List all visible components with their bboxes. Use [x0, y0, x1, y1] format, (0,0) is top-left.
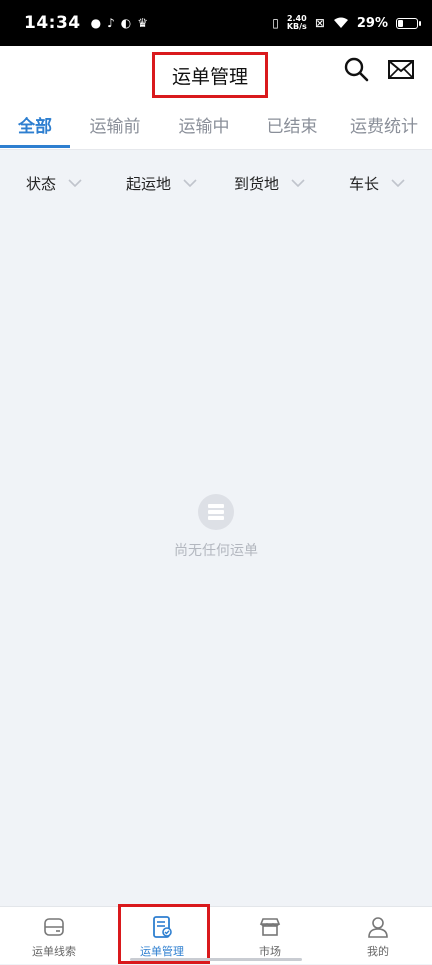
filter-origin[interactable]: 起运地	[126, 150, 197, 216]
crown-icon: ♛	[137, 16, 149, 30]
nav-waybill-management[interactable]: 运单管理	[108, 907, 216, 965]
store-icon	[259, 918, 281, 936]
tab-label: 运输中	[178, 116, 230, 137]
app-notification-icon: ●	[90, 16, 102, 30]
nav-profile[interactable]: 我的	[324, 907, 432, 965]
tab-label: 已结束	[266, 116, 318, 137]
page-title: 运单管理	[152, 52, 268, 98]
vibrate-icon: ▯	[272, 16, 279, 30]
filter-bar: 状态 起运地 到货地 车长	[0, 150, 432, 216]
tab-freight-stats[interactable]: 运费统计	[340, 100, 428, 148]
empty-state-message: 尚无任何运单	[174, 543, 258, 559]
document-icon	[153, 916, 172, 938]
tab-label: 运费统计	[350, 116, 418, 137]
tab-all[interactable]: 全部	[0, 100, 70, 148]
tiktok-icon: ♪	[107, 16, 115, 30]
nav-label: 我的	[367, 945, 389, 958]
wifi-icon	[333, 17, 348, 28]
chevron-down-icon	[68, 179, 82, 187]
status-time: 14:34	[24, 13, 81, 33]
sync-icon: ◐	[120, 16, 132, 30]
battery-level	[398, 19, 403, 27]
network-speed-unit: KB/s	[286, 22, 307, 31]
app-header: 运单管理	[0, 46, 432, 100]
no-sim-icon: ⊠	[314, 16, 325, 30]
notification-icons: ● ♪ ◐ ♛	[91, 17, 148, 29]
active-tab-indicator	[0, 145, 70, 148]
tab-bar: 全部 运输前 运输中 已结束 运费统计	[0, 100, 432, 150]
battery-percent: 29%	[356, 15, 388, 31]
nav-market[interactable]: 市场	[216, 907, 324, 965]
chevron-down-icon	[391, 179, 405, 187]
nav-label: 市场	[259, 945, 281, 958]
home-indicator[interactable]	[130, 958, 302, 961]
tab-label: 全部	[18, 116, 52, 137]
network-speed: 2.40 KB/s	[287, 15, 307, 31]
nav-waybill-leads[interactable]: 运单线索	[0, 907, 108, 965]
filter-label: 车长	[349, 174, 380, 193]
user-icon	[368, 917, 388, 938]
battery-icon	[396, 17, 421, 29]
tab-in-transport[interactable]: 运输中	[169, 100, 239, 148]
tab-label: 运输前	[89, 116, 141, 137]
filter-label: 状态	[26, 174, 57, 193]
search-icon[interactable]	[342, 56, 370, 84]
nav-label: 运单管理	[140, 945, 184, 958]
status-right: ▯ 2.40 KB/s ⊠ 29%	[272, 15, 421, 31]
status-bar: 14:34 ● ♪ ◐ ♛ ▯ 2.40 KB/s ⊠ 29%	[0, 0, 432, 46]
filter-label: 起运地	[126, 174, 172, 193]
filter-vehicle-length[interactable]: 车长	[349, 150, 405, 216]
chevron-down-icon	[291, 179, 305, 187]
card-icon	[44, 918, 64, 936]
filter-label: 到货地	[234, 174, 280, 193]
tab-finished[interactable]: 已结束	[257, 100, 327, 148]
filter-status[interactable]: 状态	[26, 150, 82, 216]
tab-before-transport[interactable]: 运输前	[80, 100, 150, 148]
filter-destination[interactable]: 到货地	[234, 150, 305, 216]
chevron-down-icon	[183, 179, 197, 187]
nav-label: 运单线索	[32, 945, 76, 958]
mail-icon[interactable]	[387, 56, 415, 84]
bottom-nav: 运单线索 运单管理 市场 我的	[0, 906, 432, 964]
empty-list-icon	[198, 494, 234, 530]
